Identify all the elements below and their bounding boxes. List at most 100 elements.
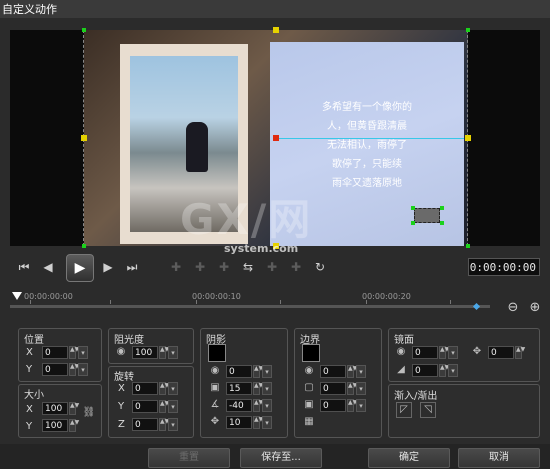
remove-keyframe-icon[interactable]: ✚ (190, 257, 210, 277)
shadow-opacity-field[interactable]: 0 (226, 365, 252, 378)
shadow-distance-spinner[interactable]: ▲▼ (253, 416, 263, 429)
border-blur-dropdown[interactable]: ▾ (356, 399, 366, 412)
reset-button[interactable]: 重置 (148, 448, 230, 468)
previous-frame-icon[interactable]: ◀ (38, 257, 58, 277)
mirror-fade-dropdown[interactable]: ▾ (448, 364, 458, 377)
rotation-y-dropdown[interactable]: ▾ (168, 400, 178, 413)
link-icon[interactable]: ⛓ (82, 406, 96, 420)
add-keyframe-icon[interactable]: ✚ (166, 257, 186, 277)
shadow-blur-spinner[interactable]: ▲▼ (253, 382, 263, 395)
timeline-track[interactable] (10, 305, 490, 308)
go-to-start-icon[interactable]: ⏮ (14, 257, 34, 277)
border-width-spinner[interactable]: ▲▼ (347, 382, 357, 395)
corner-handle[interactable] (82, 244, 86, 248)
mirror-fade-field[interactable]: 0 (412, 364, 438, 377)
ok-button[interactable]: 确定 (368, 448, 450, 468)
ruler-tick (110, 300, 111, 304)
fade-in-icon[interactable]: ◸ (396, 402, 412, 418)
border-width-dropdown[interactable]: ▾ (356, 382, 366, 395)
timecode-field[interactable]: 0:00:00:00 (468, 258, 540, 276)
opacity-dropdown[interactable]: ▾ (168, 346, 178, 359)
object-handle[interactable] (440, 221, 444, 225)
corner-handle[interactable] (466, 28, 470, 32)
border-style-icon[interactable]: ▦ (302, 415, 316, 429)
shadow-angle-spinner[interactable]: ▲▼ (253, 399, 263, 412)
border-color-swatch[interactable] (302, 344, 320, 362)
swap-icon[interactable]: ⇆ (238, 257, 258, 277)
mirror-title: 镜面 (394, 335, 414, 346)
rotation-y-spinner[interactable]: ▲▼ (159, 400, 169, 413)
shadow-color-swatch[interactable] (208, 344, 226, 362)
resize-handle-top[interactable] (273, 27, 279, 33)
rotation-z-field[interactable]: 0 (132, 418, 158, 431)
corner-handle[interactable] (466, 244, 470, 248)
border-blur-spinner[interactable]: ▲▼ (347, 399, 357, 412)
shadow-angle-dropdown[interactable]: ▾ (262, 399, 272, 412)
position-x-field[interactable]: 0 (42, 346, 68, 359)
mirror-distance-field[interactable]: 0 (488, 346, 514, 359)
object-handle[interactable] (440, 206, 444, 210)
corner-handle[interactable] (82, 28, 86, 32)
paste-keyframe-icon[interactable]: ✚ (286, 257, 306, 277)
shadow-opacity-spinner[interactable]: ▲▼ (253, 365, 263, 378)
resize-handle-left[interactable] (81, 135, 87, 141)
refresh-keyframe-icon[interactable]: ↻ (310, 257, 330, 277)
fade-out-icon[interactable]: ◹ (420, 402, 436, 418)
next-frame-icon[interactable]: ▶ (98, 257, 118, 277)
size-y-spinner[interactable]: ▲▼ (69, 419, 79, 432)
shadow-angle-field[interactable]: -40 (226, 399, 252, 412)
opacity-spinner[interactable]: ▲▼ (159, 346, 169, 359)
shadow-distance-dropdown[interactable]: ▾ (262, 416, 272, 429)
mirror-opacity-spinner[interactable]: ▲▼ (439, 346, 449, 359)
object-handle[interactable] (411, 206, 415, 210)
shadow-opacity-dropdown[interactable]: ▾ (262, 365, 272, 378)
rotation-x-field[interactable]: 0 (132, 382, 158, 395)
mirror-opacity-field[interactable]: 0 (412, 346, 438, 359)
zoom-out-icon[interactable]: ⊖ (505, 300, 521, 316)
rotation-x-dropdown[interactable]: ▾ (168, 382, 178, 395)
resize-handle-right[interactable] (465, 135, 471, 141)
ruler-tick (366, 300, 367, 304)
zoom-in-icon[interactable]: ⊕ (527, 300, 543, 316)
rotation-y-label: Y (118, 401, 125, 412)
mirror-fade-icon: ◢ (397, 364, 405, 375)
border-width-field[interactable]: 0 (320, 382, 346, 395)
play-button[interactable]: ▶ (66, 254, 94, 282)
overlay-object[interactable] (414, 208, 440, 223)
ruler-tick (450, 300, 451, 304)
mirror-fade-spinner[interactable]: ▲▼ (439, 364, 449, 377)
copy-keyframe-icon[interactable]: ✚ (262, 257, 282, 277)
shadow-distance-field[interactable]: 10 (226, 416, 252, 429)
reverse-keyframes-icon[interactable]: ✚ (214, 257, 234, 277)
size-x-field[interactable]: 100 (42, 402, 68, 415)
go-to-end-icon[interactable]: ⏭ (122, 257, 142, 277)
border-blur-field[interactable]: 0 (320, 399, 346, 412)
border-opacity-icon: ◉ (304, 365, 314, 376)
border-opacity-spinner[interactable]: ▲▼ (347, 365, 357, 378)
anchor-point[interactable] (273, 135, 279, 141)
opacity-field[interactable]: 100 (132, 346, 158, 359)
shadow-blur-field[interactable]: 15 (226, 382, 252, 395)
mirror-distance-spinner[interactable]: ▲▼ (515, 346, 525, 359)
size-x-spinner[interactable]: ▲▼ (69, 402, 79, 415)
rotation-z-spinner[interactable]: ▲▼ (159, 418, 169, 431)
shadow-blur-dropdown[interactable]: ▾ (262, 382, 272, 395)
rotation-x-spinner[interactable]: ▲▼ (159, 382, 169, 395)
size-y-field[interactable]: 100 (42, 419, 68, 432)
timeline-ruler[interactable]: 00:00:00:00 00:00:00:10 00:00:00:20 (10, 292, 495, 316)
position-y-spinner[interactable]: ▲▼ (69, 363, 79, 376)
position-x-dropdown[interactable]: ▾ (78, 346, 88, 359)
position-y-dropdown[interactable]: ▾ (78, 363, 88, 376)
rotation-y-field[interactable]: 0 (132, 400, 158, 413)
mirror-opacity-dropdown[interactable]: ▾ (448, 346, 458, 359)
border-opacity-dropdown[interactable]: ▾ (356, 365, 366, 378)
rotation-z-dropdown[interactable]: ▾ (168, 418, 178, 431)
position-x-spinner[interactable]: ▲▼ (69, 346, 79, 359)
ruler-tick (196, 300, 197, 304)
border-opacity-field[interactable]: 0 (320, 365, 346, 378)
size-y-label: Y (26, 421, 33, 432)
position-y-field[interactable]: 0 (42, 363, 68, 376)
cancel-button[interactable]: 取消 (458, 448, 540, 468)
object-handle[interactable] (411, 221, 415, 225)
save-as-button[interactable]: 保存至... (240, 448, 322, 468)
